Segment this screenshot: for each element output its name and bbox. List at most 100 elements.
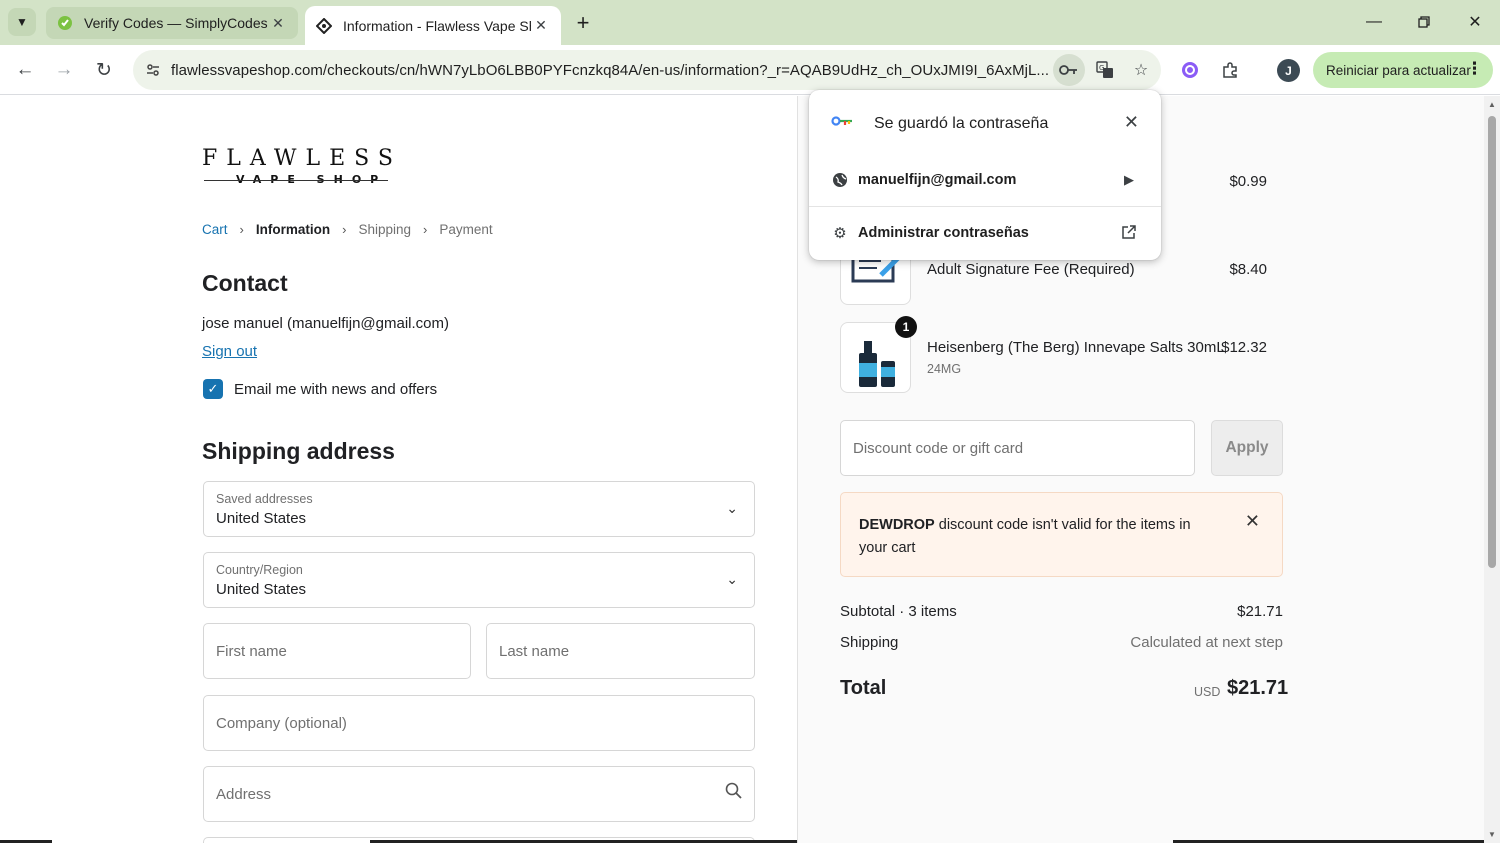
item-price: $12.32 (1221, 339, 1267, 356)
alert-message: DEWDROP discount code isn't valid for th… (859, 514, 1219, 560)
contact-heading: Contact (202, 270, 288, 296)
country-value: United States (216, 581, 307, 598)
checkout-page: FLAWLESS VAPE SHOP Cart › Information › … (0, 96, 1484, 843)
apply-button[interactable]: Apply (1211, 420, 1283, 476)
item-price: $0.99 (1229, 173, 1267, 190)
sign-out-link[interactable]: Sign out (202, 343, 257, 360)
contact-user: jose manuel (manuelfijn@gmail.com) (202, 315, 449, 332)
first-name-placeholder: First name (216, 643, 287, 660)
tab-verify-codes[interactable]: Verify Codes — SimplyCodes ✕ (46, 7, 298, 39)
alert-code: DEWDROP (859, 517, 935, 533)
tag-icon (56, 14, 74, 32)
saved-account-row[interactable]: manuelfijn@gmail.com ▶ (809, 155, 1161, 205)
restore-icon[interactable] (1404, 6, 1444, 38)
close-icon[interactable]: ✕ (1124, 112, 1139, 133)
item-name: Heisenberg (The Berg) Innevape Salts 30m… (927, 339, 1225, 356)
saved-addresses-select[interactable]: Saved addresses United States ⌄ (203, 481, 755, 537)
tab-information[interactable]: Information - Flawless Vape Sho ✕ (305, 6, 561, 45)
address-placeholder: Address (216, 786, 272, 803)
chevron-right-icon: › (239, 222, 244, 237)
manage-passwords-row[interactable]: ⚙ Administrar contraseñas (809, 208, 1161, 258)
minimize-icon[interactable]: — (1354, 6, 1394, 38)
address-field[interactable]: Address (203, 766, 755, 822)
discount-placeholder: Discount code or gift card (853, 440, 1024, 457)
logo-wordmark: FLAWLESS (202, 146, 402, 171)
breadcrumb-information: Information (255, 222, 331, 237)
newsletter-checkbox-row[interactable]: ✓ Email me with news and offers (203, 379, 437, 399)
password-key-icon[interactable] (1053, 54, 1085, 86)
chevron-right-icon: ▶ (1124, 172, 1134, 187)
update-label: Reiniciar para actualizar (1326, 62, 1471, 78)
country-label: Country/Region (216, 563, 303, 577)
gear-icon: ⚙ (833, 225, 847, 242)
company-placeholder: Company (optional) (216, 715, 347, 732)
page-scrollbar[interactable]: ▲ ▼ (1484, 96, 1500, 843)
extensions-puzzle-icon[interactable] (1214, 54, 1246, 86)
total-value: $21.71 (1227, 677, 1289, 699)
logo-rule (204, 180, 388, 181)
more-menu-icon[interactable]: ⋮ (1466, 59, 1483, 79)
bookmark-star-icon[interactable]: ☆ (1125, 54, 1157, 86)
last-name-field[interactable]: Last name (486, 623, 755, 679)
country-select[interactable]: Country/Region United States ⌄ (203, 552, 755, 608)
forward-arrow-icon[interactable]: → (48, 54, 80, 86)
new-tab-button[interactable]: + (570, 10, 596, 36)
chevron-right-icon: › (342, 222, 347, 237)
password-saved-popup: Se guardó la contraseña ✕ manuelfijn@gma… (809, 90, 1161, 260)
search-icon (725, 782, 742, 804)
checkbox-checked-icon[interactable]: ✓ (203, 379, 223, 399)
scroll-down-arrow-icon[interactable]: ▼ (1488, 830, 1496, 839)
password-key-icon (831, 116, 852, 126)
quantity-badge: 1 (895, 316, 917, 338)
item-name: Adult Signature Fee (Required) (927, 261, 1135, 278)
company-field[interactable]: Company (optional) (203, 695, 755, 751)
saved-account-email: manuelfijn@gmail.com (858, 172, 1017, 188)
back-arrow-icon[interactable]: ← (9, 54, 41, 86)
address-bar[interactable]: flawlessvapeshop.com/checkouts/cn/hWN7yL… (133, 50, 1161, 90)
profile-avatar[interactable]: J (1277, 59, 1300, 82)
discount-code-field[interactable]: Discount code or gift card (840, 420, 1195, 476)
breadcrumb-shipping: Shipping (358, 222, 411, 237)
first-name-field[interactable]: First name (203, 623, 471, 679)
reload-icon[interactable]: ↻ (88, 54, 120, 86)
site-info-icon[interactable] (135, 50, 171, 90)
item-thumbnail: 1 (840, 316, 917, 393)
shipping-label: Shipping (840, 634, 899, 651)
extension-logo-icon[interactable] (1174, 54, 1206, 86)
discount-error-alert: DEWDROP discount code isn't valid for th… (840, 492, 1283, 577)
scrollbar-thumb[interactable] (1488, 116, 1496, 568)
globe-icon (831, 171, 849, 189)
url-text[interactable]: flawlessvapeshop.com/checkouts/cn/hWN7yL… (171, 62, 1053, 79)
chevron-down-icon: ⌄ (726, 500, 738, 516)
translate-icon[interactable]: G (1089, 54, 1121, 86)
saved-addresses-label: Saved addresses (216, 492, 313, 506)
tab-strip: ▼ Verify Codes — SimplyCodes ✕ Informati… (0, 0, 1500, 45)
close-icon[interactable]: ✕ (1245, 511, 1260, 532)
breadcrumb-payment: Payment (439, 222, 493, 237)
newsletter-label: Email me with news and offers (234, 380, 438, 398)
total-label: Total (840, 677, 887, 699)
divider (809, 206, 1161, 207)
update-browser-button[interactable]: Reiniciar para actualizar ⋮ (1313, 52, 1493, 88)
item-variant: 24MG (927, 362, 962, 376)
tab-title: Information - Flawless Vape Sho (343, 17, 531, 34)
close-window-icon[interactable]: ✕ (1455, 6, 1495, 38)
chevron-down-icon: ▼ (16, 15, 28, 29)
shipping-value: Calculated at next step (1130, 634, 1283, 651)
scroll-up-arrow-icon[interactable]: ▲ (1488, 100, 1496, 109)
breadcrumb-cart[interactable]: Cart (202, 222, 228, 237)
tab-title: Verify Codes — SimplyCodes (84, 15, 268, 31)
diamond-icon (315, 17, 333, 35)
close-tab-icon[interactable]: ✕ (531, 16, 551, 36)
close-tab-icon[interactable]: ✕ (268, 13, 288, 33)
popup-header: Se guardó la contraseña ✕ (809, 90, 1161, 158)
store-logo[interactable]: FLAWLESS VAPE SHOP (202, 146, 402, 192)
last-name-placeholder: Last name (499, 643, 570, 660)
total-currency: USD (1194, 685, 1221, 699)
tab-search-button[interactable]: ▼ (8, 8, 36, 36)
item-price: $8.40 (1229, 261, 1267, 278)
saved-addresses-value: United States (216, 510, 307, 527)
popup-title: Se guardó la contraseña (874, 115, 1049, 132)
chevron-down-icon: ⌄ (726, 571, 738, 587)
subtotal-label: Subtotal · 3 items (840, 603, 957, 620)
